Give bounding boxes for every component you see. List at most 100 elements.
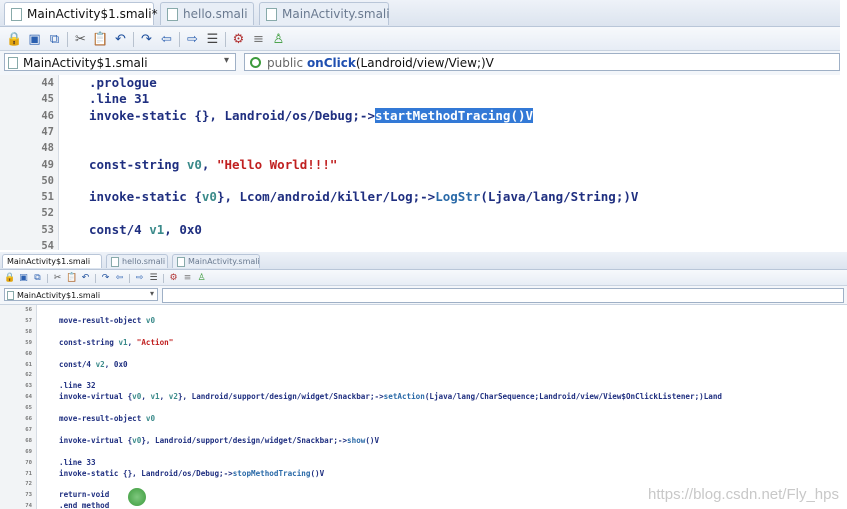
undo-icon[interactable]: ↶ bbox=[112, 31, 129, 48]
tool-icon[interactable]: ⚙ bbox=[230, 31, 247, 48]
cut-icon[interactable]: ✂ bbox=[72, 31, 89, 48]
redo-icon[interactable]: ↷ bbox=[138, 31, 155, 48]
code-token: stopMethodTracing bbox=[232, 468, 311, 478]
code-line[interactable]: invoke-static {}, Landroid/os/Debug;->st… bbox=[59, 469, 324, 480]
code-line[interactable]: .line 32 bbox=[59, 381, 96, 392]
code-line[interactable]: invoke-static {}, Landroid/os/Debug;->st… bbox=[89, 107, 534, 124]
tab-mainactivity[interactable]: MainActivity.smali bbox=[259, 2, 390, 25]
method-selector[interactable] bbox=[162, 288, 844, 303]
line-number: 62 bbox=[25, 372, 32, 379]
save-icon[interactable]: ▣ bbox=[18, 273, 29, 284]
line-number: 48 bbox=[41, 142, 54, 155]
tab-mainactivity[interactable]: MainActivity.smali bbox=[172, 254, 260, 268]
paste-icon[interactable]: 📋 bbox=[92, 31, 109, 48]
line-number-gutter: 56 57 58 59 60 61 62 63 64 65 66 67 68 69 70 71 72 73 74 bbox=[0, 305, 37, 509]
code-token: , bbox=[127, 337, 137, 347]
code-line[interactable]: const/4 v2, 0x0 bbox=[59, 360, 128, 371]
undo-icon[interactable]: ↶ bbox=[80, 273, 91, 284]
file-selector[interactable]: MainActivity$1.smali bbox=[4, 53, 236, 71]
code-token: move-result-object bbox=[59, 414, 146, 423]
code-line[interactable]: move-result-object v0 bbox=[59, 316, 155, 327]
code-token: .end method bbox=[59, 501, 110, 509]
line-number: 44 bbox=[41, 77, 54, 89]
code-line[interactable]: .end method bbox=[59, 501, 109, 509]
list-icon[interactable]: ≡ bbox=[182, 273, 193, 284]
line-number: 51 bbox=[41, 191, 54, 204]
back-icon[interactable]: ⇦ bbox=[114, 273, 125, 284]
code-token: v1 bbox=[118, 337, 128, 347]
code-token: ()V bbox=[310, 468, 325, 478]
copy-icon[interactable]: ⧉ bbox=[46, 31, 63, 48]
code-token: const-string bbox=[59, 337, 119, 347]
code-line[interactable]: invoke-virtual {v0}, Landroid/support/de… bbox=[59, 436, 379, 447]
code-line[interactable]: invoke-virtual {v0, v1, v2}, Landroid/su… bbox=[59, 392, 722, 403]
method-icon bbox=[250, 57, 261, 68]
editor-pane-small: MainActivity$1.smali hello.smali MainAct… bbox=[0, 252, 847, 509]
code-area[interactable]: move-result-object v0 const-string v1, "A… bbox=[37, 305, 847, 509]
code-token: , 0x0 bbox=[104, 359, 128, 369]
code-token: return-void bbox=[59, 490, 110, 500]
save-icon[interactable]: ▣ bbox=[26, 31, 43, 48]
chevron-down-icon[interactable]: ▾ bbox=[224, 55, 229, 66]
tab-hello[interactable]: hello.smali bbox=[160, 2, 254, 25]
code-line[interactable]: move-result-object v0 bbox=[59, 414, 155, 425]
code-line[interactable]: const-string v1, "Action" bbox=[59, 338, 173, 349]
code-line[interactable]: const/4 v1, 0x0 bbox=[89, 222, 202, 238]
lock-icon[interactable]: 🔒 bbox=[4, 273, 15, 284]
paste-icon[interactable]: 📋 bbox=[66, 273, 77, 284]
code-token: v0 bbox=[186, 156, 202, 172]
code-token: , bbox=[201, 156, 217, 172]
code-line[interactable]: .line 31 bbox=[89, 91, 149, 107]
code-line[interactable]: .prologue bbox=[89, 75, 157, 91]
chevron-down-icon[interactable]: ▾ bbox=[150, 289, 154, 298]
format-icon[interactable]: ☰ bbox=[148, 273, 159, 284]
code-token: (Ljava/lang/CharSequence;Landroid/view/V… bbox=[424, 392, 722, 402]
line-number: 45 bbox=[41, 93, 54, 106]
method-selector[interactable]: public onClick(Landroid/view/View;)V bbox=[244, 53, 840, 71]
tab-mainactivity1[interactable]: MainActivity$1.smali bbox=[2, 254, 102, 268]
code-line[interactable]: .line 33 bbox=[59, 458, 96, 469]
code-line[interactable]: const-string v0, "Hello World!!!" bbox=[89, 157, 337, 173]
code-line[interactable]: return-void bbox=[59, 490, 109, 501]
code-token: setAction bbox=[383, 392, 425, 402]
file-icon bbox=[177, 256, 185, 267]
android-icon[interactable]: ♙ bbox=[270, 31, 287, 48]
selector-bar: MainActivity$1.smali ▾ bbox=[0, 286, 847, 305]
forward-icon[interactable]: ⇨ bbox=[134, 273, 145, 284]
tab-mainactivity1[interactable]: MainActivity$1.smali* bbox=[4, 2, 158, 25]
line-number: 50 bbox=[41, 174, 54, 187]
code-token: move-result-object bbox=[59, 315, 146, 325]
code-token: .prologue bbox=[89, 75, 157, 90]
tool-icon[interactable]: ⚙ bbox=[168, 273, 179, 284]
selected-text: startMethodTracing()V bbox=[374, 107, 534, 123]
line-number: 72 bbox=[25, 481, 32, 488]
lock-icon[interactable]: 🔒 bbox=[6, 31, 23, 48]
code-token: ()V bbox=[365, 435, 380, 445]
tab-hello[interactable]: hello.smali bbox=[106, 254, 168, 268]
code-token: invoke-static {}, Landroid/os/Debug;-> bbox=[59, 468, 233, 478]
file-icon bbox=[266, 8, 277, 21]
file-icon bbox=[8, 57, 18, 69]
line-number: 52 bbox=[41, 207, 54, 220]
list-icon[interactable]: ≡ bbox=[250, 31, 267, 48]
format-icon[interactable]: ☰ bbox=[204, 31, 221, 48]
code-token: "Hello World!!!" bbox=[216, 156, 338, 172]
code-token: .line 31 bbox=[89, 91, 150, 107]
watermark: https://blog.csdn.net/Fly_hps bbox=[648, 486, 839, 503]
toolbar-separator bbox=[133, 32, 134, 47]
file-selector[interactable]: MainActivity$1.smali bbox=[4, 288, 158, 301]
toolbar-separator bbox=[67, 32, 68, 47]
android-icon[interactable]: ♙ bbox=[196, 273, 207, 284]
toolbar: 🔒 ▣ ⧉ ✂ 📋 ↶ ↷ ⇦ ⇨ ☰ ⚙ ≡ ♙ bbox=[0, 27, 840, 51]
redo-icon[interactable]: ↷ bbox=[100, 273, 111, 284]
cut-icon[interactable]: ✂ bbox=[52, 273, 63, 284]
tab-bar: MainActivity$1.smali hello.smali MainAct… bbox=[0, 252, 847, 270]
code-line[interactable]: invoke-static {v0}, Lcom/android/killer/… bbox=[89, 189, 638, 205]
copy-icon[interactable]: ⧉ bbox=[32, 273, 43, 284]
line-number: 70 bbox=[25, 459, 32, 466]
back-icon[interactable]: ⇦ bbox=[158, 31, 175, 48]
toolbar-separator bbox=[163, 274, 164, 283]
file-icon bbox=[7, 291, 14, 300]
code-area[interactable]: .prologue .line 31 invoke-static {}, Landr… bbox=[59, 75, 840, 250]
forward-icon[interactable]: ⇨ bbox=[184, 31, 201, 48]
